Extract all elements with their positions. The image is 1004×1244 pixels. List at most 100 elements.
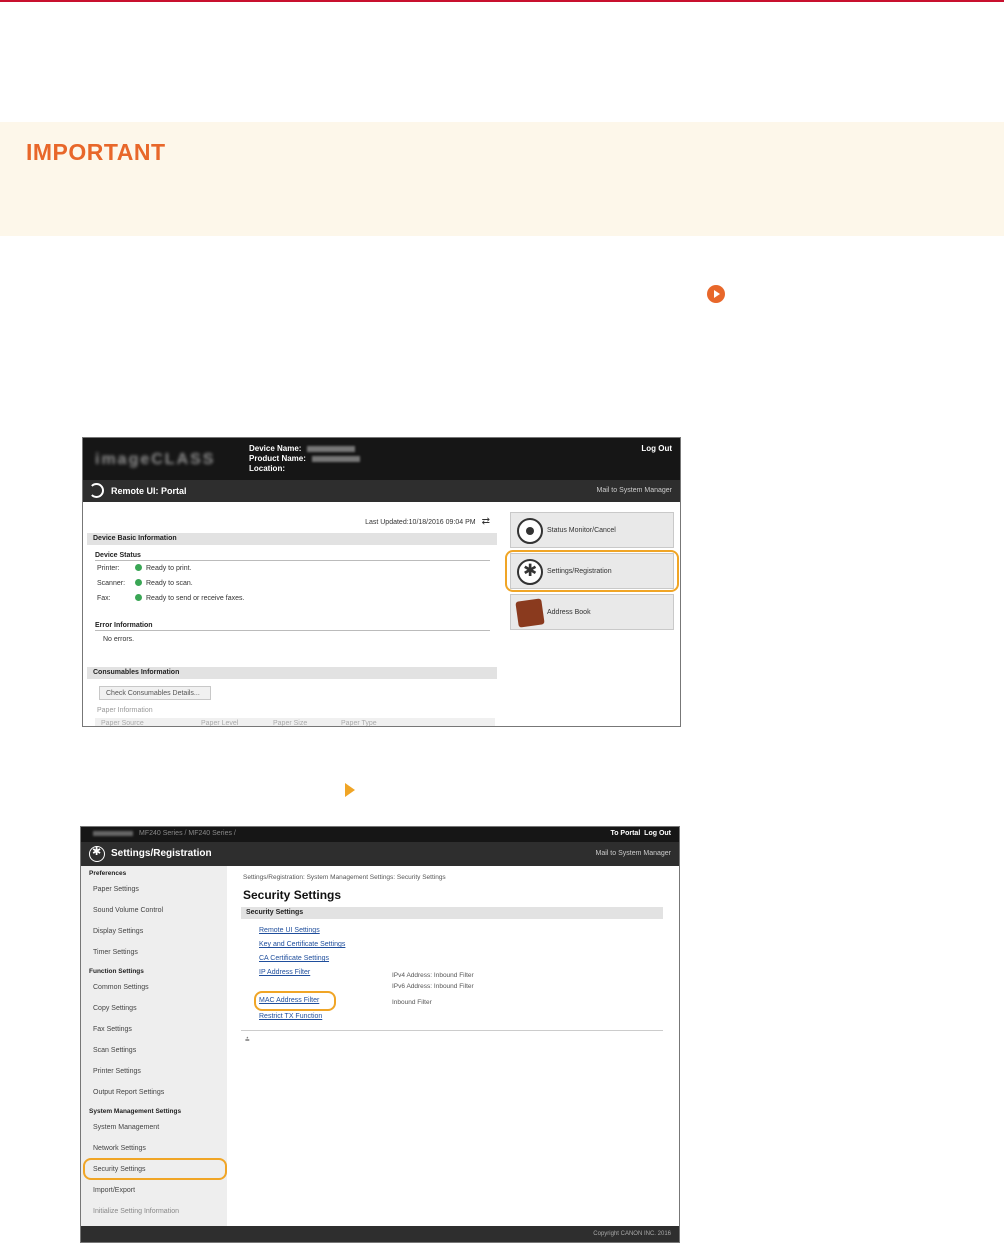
status-ok-icon <box>135 564 142 571</box>
status-row-fax: Fax: Ready to send or receive faxes. <box>97 594 244 602</box>
refresh-icon[interactable]: ⇄ <box>482 516 490 527</box>
device-basic-info-header: Device Basic Information <box>87 533 497 545</box>
sidebar-group-system: System Management Settings <box>89 1108 182 1115</box>
sidebar-item-common-settings[interactable]: Common Settings <box>93 984 149 991</box>
sidebar-item-display-settings[interactable]: Display Settings <box>93 928 143 935</box>
status-value: Ready to scan. <box>146 580 193 587</box>
paper-info-heading: Paper Information <box>97 707 153 714</box>
settings-title-bar: Settings/Registration Mail to System Man… <box>81 842 679 866</box>
brand-logo: imageCLASS <box>95 451 216 468</box>
portal-header: imageCLASS Device Name: Product Name: Lo… <box>83 438 680 480</box>
breadcrumb-text: MF240 Series / MF240 Series / <box>139 830 236 837</box>
copyright-text: Copyright CANON INC. 2016 <box>593 1231 671 1237</box>
tile-label: Address Book <box>547 609 591 616</box>
important-title: IMPORTANT <box>26 139 166 165</box>
paper-col: Paper Source <box>101 720 144 727</box>
status-ok-icon <box>135 579 142 586</box>
device-name-label: Device Name: <box>249 444 302 453</box>
sidebar-item-import-export[interactable]: Import/Export <box>93 1187 135 1194</box>
sidebar-item-system-management[interactable]: System Management <box>93 1124 159 1131</box>
mail-to-manager-link[interactable]: Mail to System Manager <box>596 850 671 857</box>
paper-col: Paper Level <box>201 720 239 727</box>
top-rule <box>0 0 1004 2</box>
sidebar-item-copy-settings[interactable]: Copy Settings <box>93 1005 137 1012</box>
sidebar-item-network-settings[interactable]: Network Settings <box>93 1145 146 1152</box>
status-value: Ready to send or receive faxes. <box>146 595 245 602</box>
status-row-printer: Printer: Ready to print. <box>97 564 192 572</box>
link-arrow-icon[interactable] <box>707 285 725 303</box>
sidebar-item-sound-volume[interactable]: Sound Volume Control <box>93 907 163 914</box>
status-label: Fax: <box>97 595 111 602</box>
sidebar-group-function: Function Settings <box>89 968 144 975</box>
logout-link[interactable]: Log Out <box>644 830 671 837</box>
paper-col: Paper Type <box>341 720 377 727</box>
sidebar-item-timer-settings[interactable]: Timer Settings <box>93 949 138 956</box>
paper-col: Paper Size <box>273 720 308 727</box>
portal-screenshot: imageCLASS Device Name: Product Name: Lo… <box>82 437 681 727</box>
sidebar-item-fax-settings[interactable]: Fax Settings <box>93 1026 132 1033</box>
security-section-header: Security Settings <box>241 907 663 919</box>
last-updated-text: Last Updated:10/18/2016 09:04 PM <box>365 519 476 526</box>
status-label: Scanner: <box>97 580 126 587</box>
product-name-label: Product Name: <box>249 454 306 463</box>
redacted-value <box>307 445 356 452</box>
location-label: Location: <box>249 464 285 473</box>
ip-filter-desc-ipv4: IPv4 Address: Inbound Filter <box>392 972 474 979</box>
ca-cert-settings-link[interactable]: CA Certificate Settings <box>259 955 329 962</box>
highlight-ring <box>505 550 679 592</box>
last-updated: Last Updated:10/18/2016 09:04 PM ⇄ <box>365 516 490 527</box>
error-info-heading: Error Information <box>95 622 490 631</box>
address-book-icon <box>515 598 545 628</box>
settings-path: Settings/Registration: System Management… <box>243 874 446 881</box>
status-monitor-icon <box>517 518 543 544</box>
redacted-value <box>93 830 133 836</box>
paper-table-header: Paper Source Paper Level Paper Size Pape… <box>95 718 495 727</box>
settings-title: Settings/Registration <box>111 848 212 859</box>
address-book-tile[interactable]: Address Book <box>510 594 674 630</box>
portal-main: Last Updated:10/18/2016 09:04 PM ⇄ Device… <box>87 504 502 727</box>
portal-title-bar: Remote UI: Portal Mail to System Manager <box>83 480 680 502</box>
device-breadcrumb: MF240 Series / MF240 Series / <box>93 830 236 837</box>
sidebar-item-scan-settings[interactable]: Scan Settings <box>93 1047 136 1054</box>
restrict-tx-link[interactable]: Restrict TX Function <box>259 1013 322 1020</box>
key-cert-settings-link[interactable]: Key and Certificate Settings <box>259 941 345 948</box>
status-value: Ready to print. <box>146 565 192 572</box>
portal-icon <box>89 483 104 498</box>
status-monitor-tile[interactable]: Status Monitor/Cancel <box>510 512 674 548</box>
sidebar-item-paper-settings[interactable]: Paper Settings <box>93 886 139 893</box>
mail-to-manager-link[interactable]: Mail to System Manager <box>597 487 672 494</box>
consumables-info-header: Consumables Information <box>87 667 497 679</box>
to-portal-link[interactable]: To Portal <box>610 830 640 837</box>
status-ok-icon <box>135 594 142 601</box>
settings-screenshot: MF240 Series / MF240 Series / To Portal … <box>80 826 680 1243</box>
highlight-ring <box>83 1158 227 1180</box>
sidebar-item-output-report[interactable]: Output Report Settings <box>93 1089 164 1096</box>
sidebar-item-initialize[interactable]: Initialize Setting Information <box>93 1208 179 1215</box>
step-arrow-icon <box>345 783 355 797</box>
status-label: Printer: <box>97 565 120 572</box>
logout-link[interactable]: Log Out <box>641 444 672 453</box>
status-row-scanner: Scanner: Ready to scan. <box>97 579 193 587</box>
sidebar-group-preferences: Preferences <box>89 870 127 877</box>
page-title: Security Settings <box>243 888 342 902</box>
header-links: To Portal Log Out <box>610 830 671 837</box>
device-status-heading: Device Status <box>95 552 490 561</box>
portal-title: Remote UI: Portal <box>111 486 187 496</box>
redacted-value <box>311 455 360 462</box>
sidebar-item-printer-settings[interactable]: Printer Settings <box>93 1068 141 1075</box>
settings-footer: Copyright CANON INC. 2016 <box>81 1226 679 1242</box>
settings-header: MF240 Series / MF240 Series / To Portal … <box>81 827 679 842</box>
ip-address-filter-link[interactable]: IP Address Filter <box>259 969 310 976</box>
check-consumables-button[interactable]: Check Consumables Details... <box>99 686 211 700</box>
highlight-ring <box>254 991 336 1011</box>
settings-content: Settings/Registration: System Management… <box>227 866 679 1226</box>
mac-filter-desc: Inbound Filter <box>392 999 432 1006</box>
no-errors-text: No errors. <box>103 636 135 643</box>
device-info: Device Name: Product Name: Location: <box>249 444 360 474</box>
back-to-top-icon[interactable]: ⩮ <box>245 1035 250 1045</box>
content-divider <box>241 1030 663 1031</box>
tile-label: Status Monitor/Cancel <box>547 527 616 534</box>
ip-filter-desc-ipv6: IPv6 Address: Inbound Filter <box>392 983 474 990</box>
settings-icon <box>89 845 105 862</box>
remote-ui-settings-link[interactable]: Remote UI Settings <box>259 927 320 934</box>
